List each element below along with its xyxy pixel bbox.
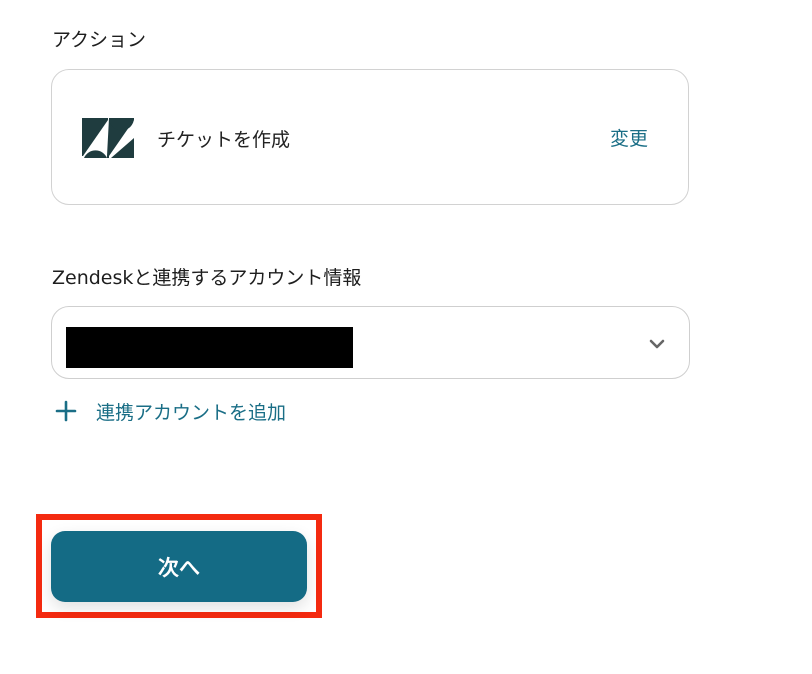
plus-icon (55, 400, 77, 422)
action-card: チケットを作成 変更 (51, 69, 689, 205)
action-section-label: アクション (52, 29, 147, 51)
page: アクション チケットを作成 変更 Zendeskと連携するアカウント情報 連携ア… (0, 0, 812, 674)
chevron-down-icon (649, 339, 665, 349)
add-account-label: 連携アカウントを追加 (96, 401, 287, 424)
next-button[interactable]: 次へ (51, 531, 307, 602)
action-name: チケットを作成 (157, 129, 291, 151)
account-section-label: Zendeskと連携するアカウント情報 (52, 267, 362, 289)
add-account-link[interactable]: 連携アカウントを追加 (55, 396, 286, 426)
zendesk-logo-icon (82, 118, 134, 158)
account-select[interactable] (51, 306, 690, 379)
change-action-link[interactable]: 変更 (610, 124, 648, 151)
redacted-account-value (66, 327, 353, 368)
